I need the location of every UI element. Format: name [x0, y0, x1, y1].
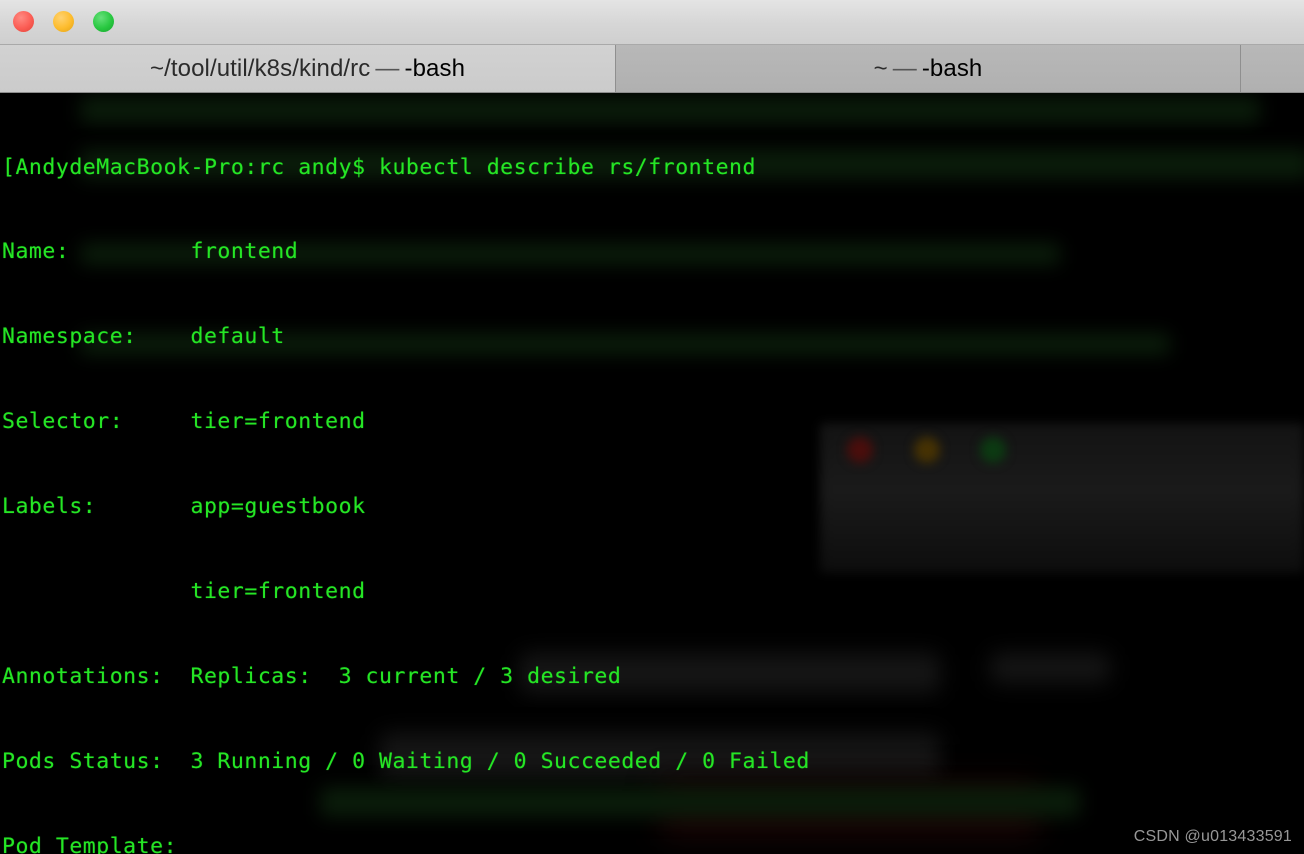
zoom-button[interactable]: [93, 11, 114, 32]
terminal-line: Pod Template:: [2, 833, 178, 854]
tab-bar-filler: [1241, 45, 1304, 92]
terminal-output: [AndydeMacBook-Pro:rc andy$ kubectl desc…: [0, 93, 1304, 854]
terminal-line: tier=frontend: [2, 579, 366, 605]
tab-bar: ~/tool/util/k8s/kind/rc — -bash ~ — -bas…: [0, 45, 1304, 93]
tab-home-separator: —: [892, 54, 917, 82]
terminal-line: Name: frontend: [2, 239, 299, 265]
tab-home-shell: -bash: [921, 54, 983, 82]
tab-rc-path: ~/tool/util/k8s/kind/rc: [149, 54, 371, 82]
close-button[interactable]: [13, 11, 34, 32]
minimize-button[interactable]: [53, 11, 74, 32]
tab-rc-shell: -bash: [404, 54, 466, 82]
terminal-line: [AndydeMacBook-Pro:rc andy$ kubectl desc…: [2, 154, 756, 180]
watermark: CSDN @u013433591: [1133, 828, 1292, 845]
tab-rc-separator: —: [375, 54, 400, 82]
window-controls: [13, 11, 114, 32]
terminal-line: Annotations: Replicas: 3 current / 3 des…: [2, 663, 622, 689]
window-titlebar: [0, 0, 1304, 45]
tab-home-path: ~: [873, 54, 888, 82]
terminal-window: ~/tool/util/k8s/kind/rc — -bash ~ — -bas…: [0, 0, 1304, 854]
terminal-line: Pods Status: 3 Running / 0 Waiting / 0 S…: [2, 748, 810, 774]
terminal-body[interactable]: [AndydeMacBook-Pro:rc andy$ kubectl desc…: [0, 93, 1304, 854]
tab-home-bash[interactable]: ~ — -bash: [616, 45, 1241, 92]
terminal-line: Labels: app=guestbook: [2, 494, 366, 520]
tab-rc-bash[interactable]: ~/tool/util/k8s/kind/rc — -bash: [0, 45, 616, 92]
terminal-line: Selector: tier=frontend: [2, 409, 366, 435]
terminal-line: Namespace: default: [2, 324, 285, 350]
